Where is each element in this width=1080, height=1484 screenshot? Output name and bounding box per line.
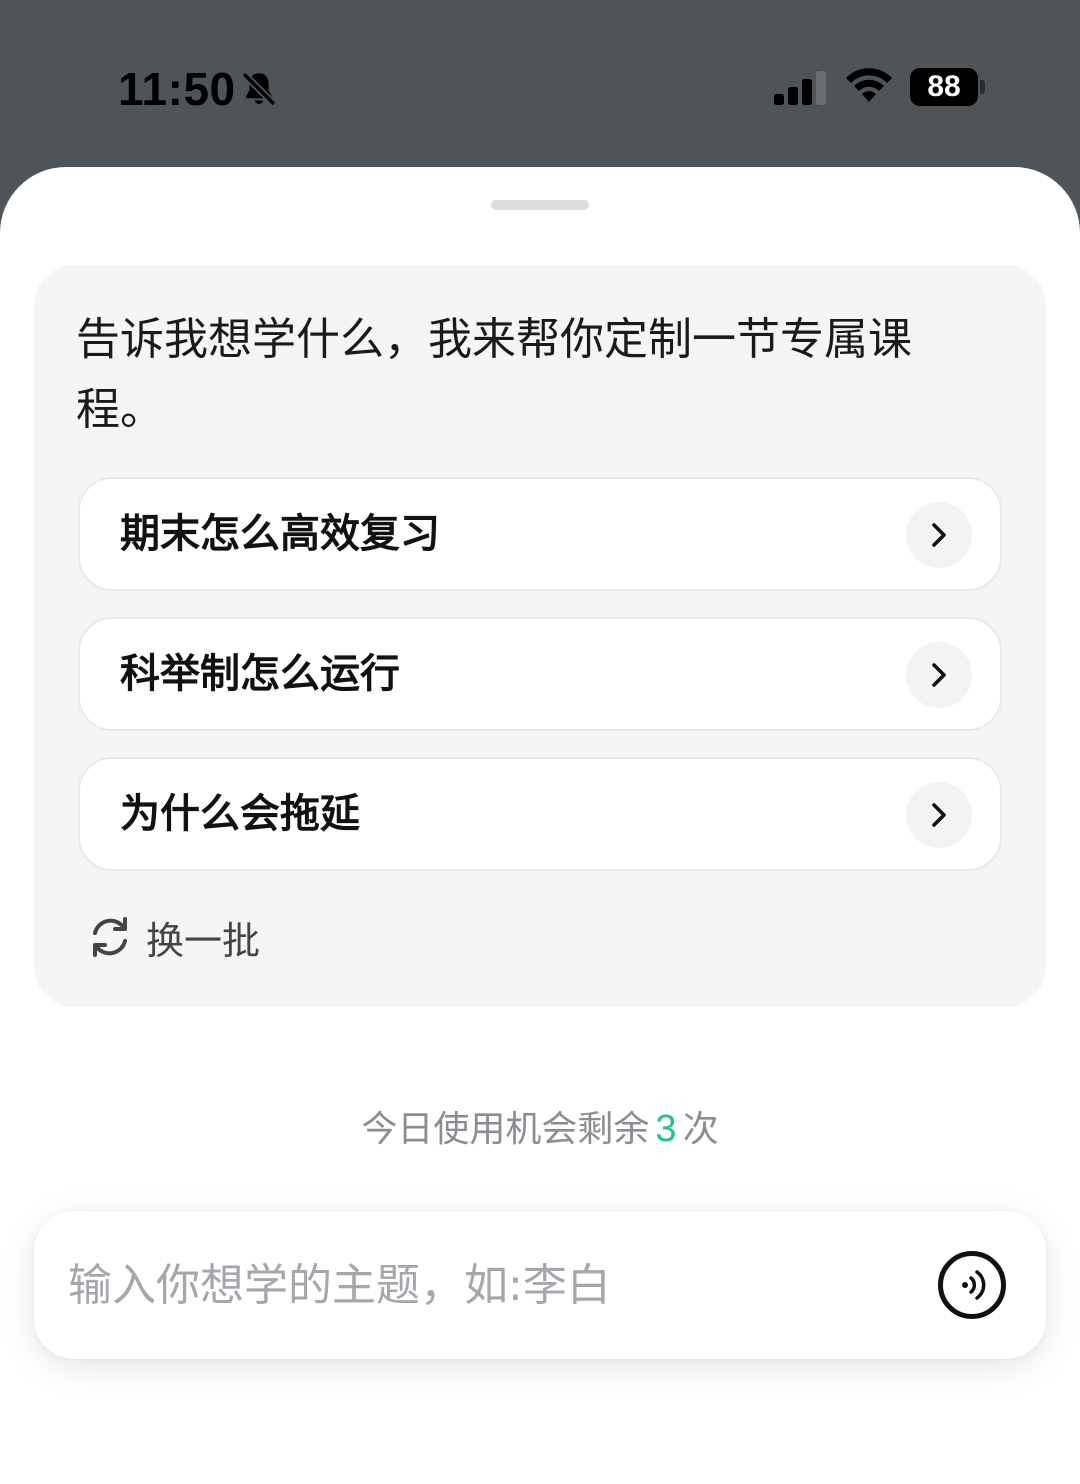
voice-input-icon [962, 1270, 986, 1300]
suggestion-item[interactable]: 为什么会拖延 [78, 757, 1002, 871]
suggestion-label: 科举制怎么运行 [120, 651, 400, 697]
usage-suffix: 次 [682, 1109, 719, 1150]
status-bar: 11:50 88 [0, 0, 1080, 170]
usage-remaining: 今日使用机会剩余 3 次 [0, 1105, 1080, 1154]
suggestion-item[interactable]: 科举制怎么运行 [78, 617, 1002, 731]
usage-prefix: 今日使用机会剩余 [361, 1109, 650, 1150]
wifi-icon [846, 68, 892, 102]
refresh-button[interactable]: 换一批 [86, 905, 260, 969]
status-time: 11:50 [118, 63, 236, 115]
bell-muted-icon [241, 71, 277, 107]
chevron-right-icon [906, 782, 972, 848]
chevron-right-icon [906, 502, 972, 568]
topic-input-bar [34, 1211, 1046, 1359]
prompt-text: 告诉我想学什么，我来帮你定制一节专属课程。 [76, 314, 912, 435]
battery-cap [980, 80, 985, 94]
usage-count: 3 [655, 1108, 677, 1150]
suggestion-label: 为什么会拖延 [120, 791, 360, 837]
topic-input[interactable] [68, 1245, 888, 1325]
suggestion-label: 期末怎么高效复习 [120, 511, 440, 557]
chevron-right-icon [906, 642, 972, 708]
bottom-sheet: 告诉我想学什么，我来帮你定制一节专属课程。 期末怎么高效复习 科举制怎么运行 为… [0, 167, 1080, 1484]
battery-icon: 88 [910, 68, 978, 106]
voice-input-button[interactable] [938, 1251, 1006, 1319]
suggestion-item[interactable]: 期末怎么高效复习 [78, 477, 1002, 591]
sheet-drag-handle[interactable] [491, 200, 589, 210]
cellular-signal-icon [774, 71, 826, 105]
suggestion-card: 告诉我想学什么，我来帮你定制一节专属课程。 期末怎么高效复习 科举制怎么运行 为… [34, 265, 1046, 1007]
refresh-label: 换一批 [146, 918, 261, 963]
refresh-icon [93, 917, 127, 957]
